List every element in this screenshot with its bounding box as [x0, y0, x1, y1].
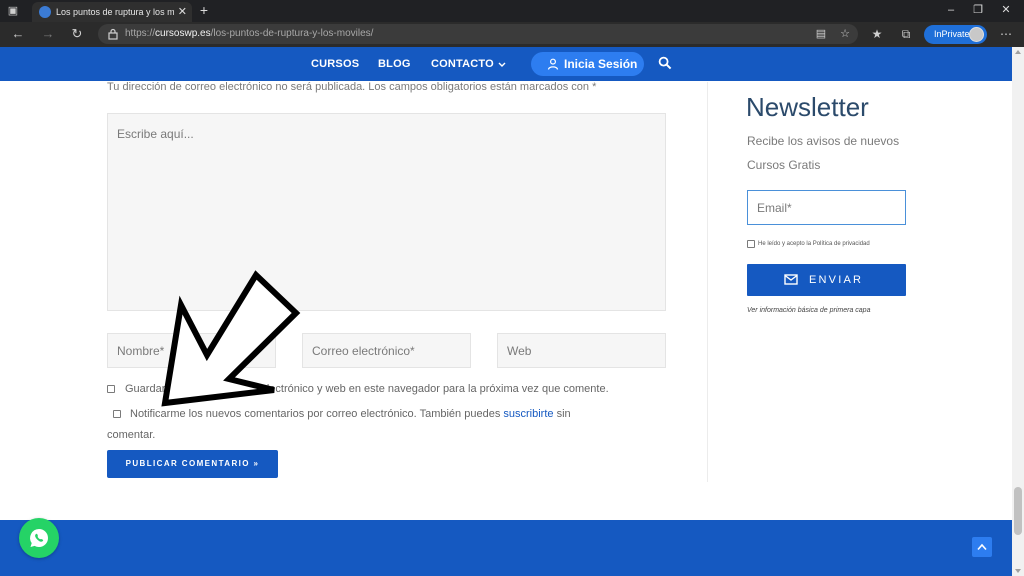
nav-link-blog[interactable]: BLOG	[378, 57, 411, 71]
envelope-icon	[784, 274, 798, 285]
tab-actions-icon[interactable]: ▣	[6, 4, 20, 18]
scrollbar-thumb[interactable]	[1014, 487, 1022, 535]
whatsapp-icon	[30, 529, 48, 548]
page-scrollbar[interactable]	[1012, 47, 1024, 576]
reader-mode-icon[interactable]: ▤	[814, 27, 828, 41]
favorite-add-icon[interactable]: ☆	[838, 27, 852, 41]
email-field[interactable]	[302, 333, 471, 368]
refresh-icon[interactable]: ↻	[69, 26, 85, 42]
url-scheme: https://	[125, 28, 156, 39]
subscribe-link[interactable]: suscribirte	[503, 408, 553, 420]
forward-arrow-icon[interactable]: →	[40, 26, 56, 42]
newsletter-description: Recibe los avisos de nuevos Cursos Grati…	[747, 134, 900, 172]
nav-link-contacto[interactable]: CONTACTO	[431, 57, 494, 71]
privacy-checkbox[interactable]	[747, 240, 755, 248]
newsletter-info-link[interactable]: Ver información básica de primera capa	[747, 306, 870, 316]
user-icon	[547, 58, 559, 70]
plus-icon[interactable]: +	[197, 3, 211, 17]
submit-comment-label: PUBLICAR COMENTARIO »	[125, 459, 260, 468]
chevron-up-icon	[977, 543, 987, 551]
newsletter-email-input[interactable]	[747, 190, 906, 225]
submit-comment-button[interactable]: PUBLICAR COMENTARIO »	[107, 450, 278, 478]
inprivate-label: InPrivate	[934, 29, 970, 39]
close-icon[interactable]: ✕	[178, 5, 187, 19]
web-field[interactable]	[497, 333, 666, 368]
site-navigation: CURSOS BLOG CONTACTO Inicia Sesión	[0, 47, 1012, 81]
browser-tab-bar: ▣ Los puntos de ruptura y los móviles ✕ …	[0, 0, 1024, 22]
notify-label-continuation: comentar.	[107, 429, 156, 441]
whatsapp-button[interactable]	[19, 518, 59, 558]
url-text: https://cursoswp.es/los-puntos-de-ruptur…	[125, 27, 373, 41]
chevron-down-icon[interactable]	[498, 62, 506, 68]
newsletter-title: Newsletter	[746, 92, 869, 122]
window-close-icon[interactable]: ✕	[999, 3, 1013, 17]
minimize-icon[interactable]: –	[944, 3, 958, 17]
scroll-up-icon[interactable]	[1015, 50, 1021, 54]
inprivate-badge[interactable]: InPrivate	[924, 25, 987, 44]
scroll-down-icon[interactable]	[1015, 569, 1021, 573]
footer	[0, 520, 1012, 576]
back-to-top-button[interactable]	[972, 537, 992, 557]
save-info-checkbox[interactable]	[107, 385, 115, 393]
lock-icon	[108, 28, 118, 40]
search-icon[interactable]	[658, 56, 672, 70]
address-bar[interactable]: https://cursoswp.es/los-puntos-de-ruptur…	[98, 24, 858, 44]
restore-icon[interactable]: ❐	[971, 3, 985, 17]
notify-checkbox[interactable]	[113, 410, 121, 418]
url-path: /los-puntos-de-ruptura-y-los-moviles/	[210, 28, 374, 39]
login-button[interactable]: Inicia Sesión	[531, 52, 644, 76]
collections-icon[interactable]: ⧉	[899, 27, 913, 41]
annotation-arrow-icon	[161, 270, 301, 407]
profile-avatar-icon	[969, 27, 984, 42]
notify-tail: sin	[556, 408, 571, 420]
privacy-label: He leído y acepto la Política de privaci…	[758, 241, 870, 247]
send-button[interactable]: ENVIAR	[747, 264, 906, 296]
site-favicon-icon	[39, 6, 51, 18]
comment-notice: Tu dirección de correo electrónico no se…	[107, 81, 597, 93]
browser-toolbar: ← → ↻ https://cursoswp.es/los-puntos-de-…	[0, 22, 1024, 47]
back-arrow-icon[interactable]: ←	[10, 26, 26, 42]
browser-tab[interactable]: Los puntos de ruptura y los móviles ✕	[32, 2, 192, 22]
login-label: Inicia Sesión	[564, 57, 638, 71]
favorites-icon[interactable]: ★	[870, 27, 884, 41]
tab-title: Los puntos de ruptura y los móviles	[56, 7, 174, 17]
url-host: cursoswp.es	[155, 28, 211, 39]
send-label: ENVIAR	[809, 274, 864, 286]
column-divider	[707, 82, 708, 482]
more-menu-icon[interactable]: ⋯	[998, 26, 1014, 42]
nav-link-cursos[interactable]: CURSOS	[311, 57, 359, 71]
